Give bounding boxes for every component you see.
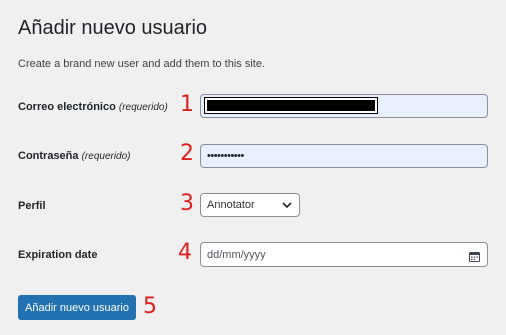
- role-selected-value: Annotator: [207, 199, 255, 211]
- role-label: Perfil: [18, 200, 46, 212]
- role-label-text: Perfil: [18, 200, 46, 212]
- expiration-date-field[interactable]: dd/mm/yyyy: [200, 242, 488, 267]
- email-label-text: Correo electrónico: [18, 101, 116, 113]
- annotation-5: 5: [143, 294, 157, 319]
- password-value: •••••••••••: [207, 150, 244, 162]
- add-user-button[interactable]: Añadir nuevo usuario: [18, 295, 136, 320]
- redaction-box: [205, 98, 377, 113]
- page-description: Create a brand new user and add them to …: [18, 58, 266, 70]
- annotation-3: 3: [180, 191, 194, 216]
- annotation-2: 2: [180, 141, 194, 166]
- chevron-down-icon: [281, 198, 293, 217]
- annotation-4: 4: [178, 240, 192, 265]
- annotation-1: 1: [180, 92, 194, 117]
- expiration-label: Expiration date: [18, 249, 97, 261]
- password-label: Contraseña (requerido): [18, 150, 131, 162]
- date-placeholder: dd/mm/yyyy: [207, 249, 266, 261]
- email-label: Correo electrónico (requerido): [18, 101, 168, 113]
- email-field[interactable]: [200, 94, 488, 118]
- password-label-text: Contraseña: [18, 150, 79, 162]
- calendar-icon[interactable]: [469, 249, 480, 267]
- expiration-label-text: Expiration date: [18, 249, 98, 261]
- page-title: Añadir nuevo usuario: [18, 17, 208, 39]
- password-field[interactable]: •••••••••••: [200, 144, 488, 168]
- password-required-note: (requerido): [81, 151, 131, 162]
- email-required-note: (requerido): [118, 102, 168, 113]
- role-select[interactable]: Annotator: [200, 193, 300, 217]
